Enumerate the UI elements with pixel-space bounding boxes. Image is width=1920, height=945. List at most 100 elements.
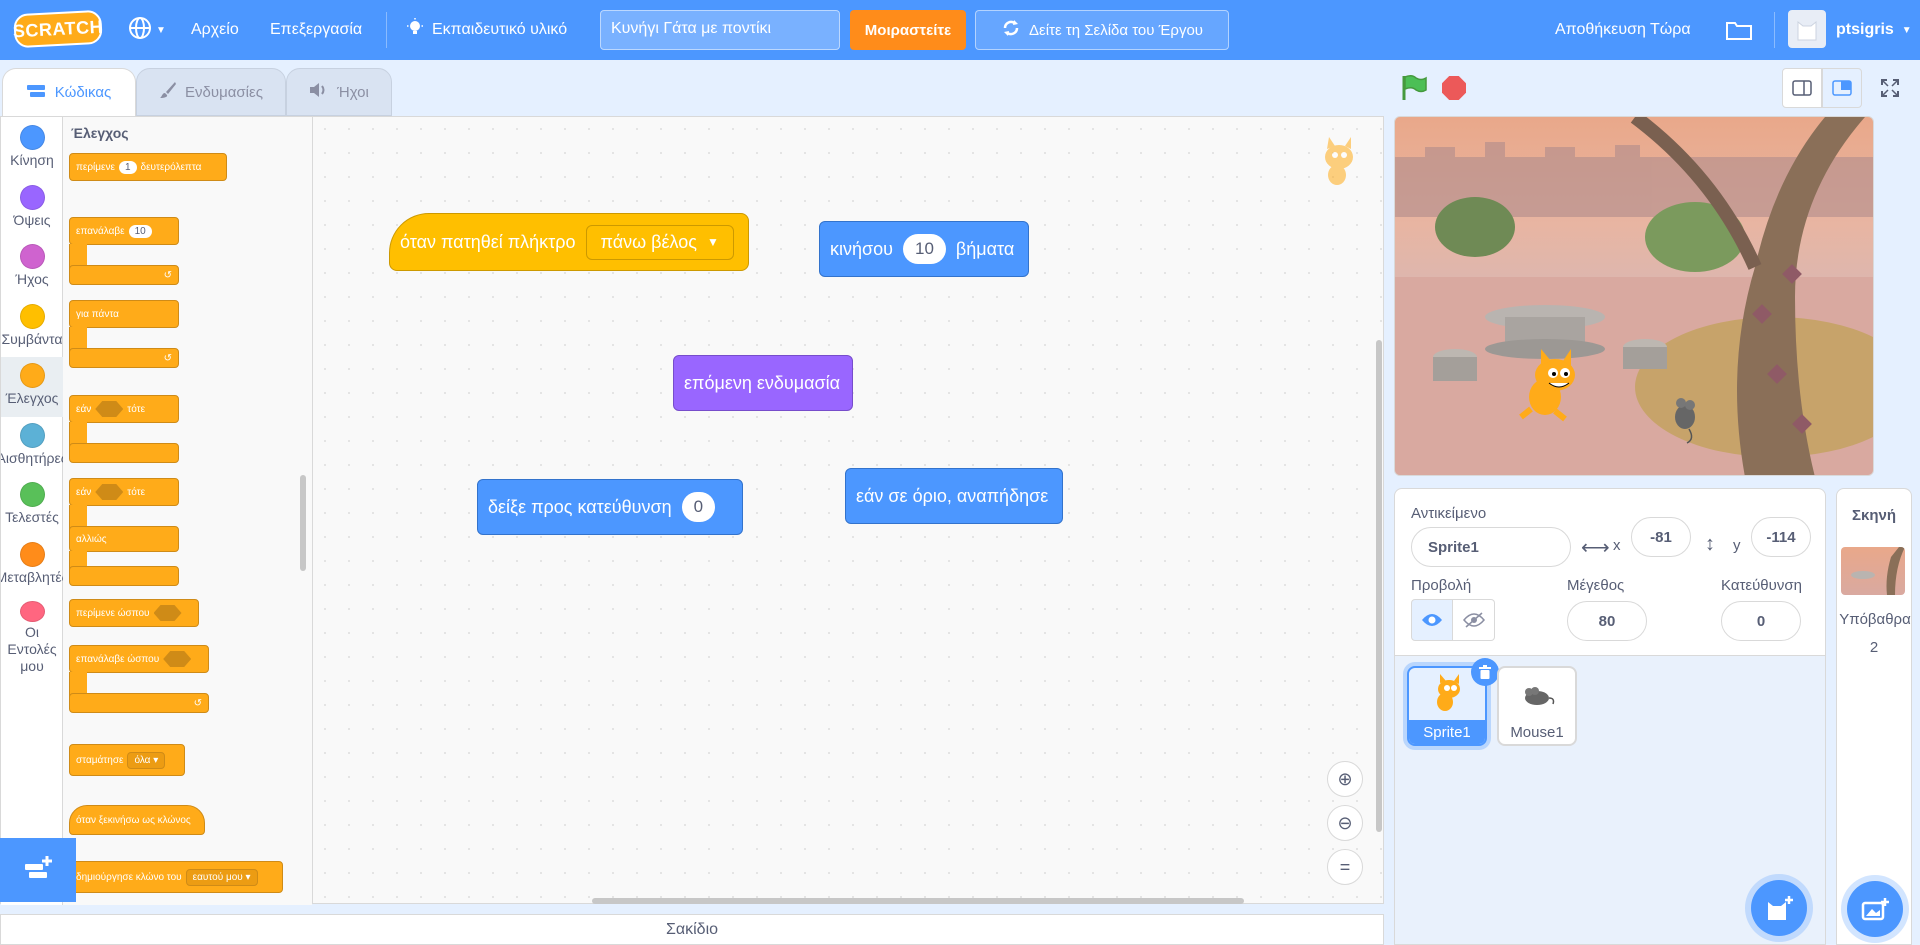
x-input[interactable]: -81 bbox=[1631, 517, 1691, 557]
category-label: Αισθητήρες bbox=[1, 450, 63, 466]
workspace-vertical-scrollbar[interactable] bbox=[1376, 340, 1382, 832]
category-sound[interactable]: Ήχος bbox=[1, 238, 63, 298]
account-menu[interactable]: ptsigris ▼ bbox=[1836, 0, 1912, 60]
block-if-footer bbox=[69, 443, 179, 463]
block-when-start-as-clone[interactable]: όταν ξεκινήσω ως κλώνος bbox=[69, 805, 205, 835]
file-menu[interactable]: Αρχείο bbox=[191, 0, 239, 60]
block-forever[interactable]: για πάντα bbox=[69, 300, 179, 328]
category-variables[interactable]: Μεταβλητές bbox=[1, 536, 63, 596]
block-move-steps[interactable]: κινήσου 10 βήματα bbox=[819, 221, 1029, 277]
block-repeat-until[interactable]: επανάλαβε ώσπου bbox=[69, 645, 209, 673]
share-button[interactable]: Μοιραστείτε bbox=[850, 10, 966, 50]
category-sensing[interactable]: Αισθητήρες bbox=[1, 417, 63, 477]
category-my-blocks[interactable]: Οι Εντολές μου bbox=[1, 595, 63, 675]
zoom-in-icon: ⊕ bbox=[1337, 768, 1353, 789]
zoom-in-button[interactable]: ⊕ bbox=[1327, 761, 1363, 797]
fullscreen-button[interactable] bbox=[1870, 68, 1910, 108]
normal-stage-button[interactable] bbox=[1822, 68, 1862, 108]
mouse-thumbnail bbox=[1525, 687, 1555, 705]
zoom-out-button[interactable]: ⊖ bbox=[1327, 805, 1363, 841]
zoom-reset-button[interactable]: = bbox=[1327, 849, 1363, 885]
show-hidden-button[interactable] bbox=[1453, 599, 1495, 641]
add-backdrop-icon bbox=[1861, 898, 1889, 921]
block-text: επανάλαβε ώσπου bbox=[76, 653, 160, 665]
save-now-button[interactable]: Αποθήκευση Τώρα bbox=[1555, 0, 1691, 60]
tab-sounds[interactable]: Ήχοι bbox=[286, 68, 392, 116]
show-visible-button[interactable] bbox=[1411, 599, 1453, 641]
green-flag-button[interactable] bbox=[1400, 74, 1428, 102]
block-if-then[interactable]: εάν τότε bbox=[69, 395, 179, 423]
block-boolean-slot[interactable] bbox=[95, 401, 124, 417]
block-input[interactable]: 0 bbox=[681, 492, 716, 522]
block-text: δευτερόλεπτα bbox=[140, 161, 202, 173]
block-repeat[interactable]: επανάλαβε 10 bbox=[69, 217, 179, 245]
block-dropdown[interactable]: εαυτού μου ▾ bbox=[185, 868, 258, 886]
size-input[interactable]: 80 bbox=[1567, 601, 1647, 641]
tab-code[interactable]: Κώδικας bbox=[2, 68, 136, 116]
block-next-costume[interactable]: επόμενη ενδυμασία bbox=[673, 355, 853, 411]
block-text: δημιούργησε κλώνο του bbox=[76, 871, 182, 883]
category-motion[interactable]: Κίνηση bbox=[1, 119, 63, 179]
category-dot bbox=[19, 363, 45, 388]
direction-input[interactable]: 0 bbox=[1721, 601, 1801, 641]
choose-sprite-button[interactable] bbox=[1751, 880, 1807, 936]
stop-button[interactable] bbox=[1442, 76, 1466, 100]
add-extension-button[interactable] bbox=[0, 838, 76, 902]
block-dropdown[interactable]: όλα ▾ bbox=[127, 751, 166, 769]
tutorials-label: Εκπαιδευτικό υλικό bbox=[432, 21, 568, 38]
small-stage-button[interactable] bbox=[1782, 68, 1822, 108]
code-workspace[interactable]: όταν πατηθεί πλήκτρο πάνω βέλος ▼ κινήσου… bbox=[312, 116, 1384, 904]
block-wait-seconds[interactable]: περίμενε 1 δευτερόλεπτα bbox=[69, 153, 227, 181]
sprite-tile-name: Sprite1 bbox=[1409, 720, 1485, 744]
category-operators[interactable]: Τελεστές bbox=[1, 476, 63, 536]
avatar[interactable] bbox=[1788, 10, 1826, 48]
block-input[interactable]: 10 bbox=[128, 224, 152, 238]
block-when-key-pressed[interactable]: όταν πατηθεί πλήκτρο πάνω βέλος ▼ bbox=[389, 213, 749, 271]
backpack[interactable]: Σακίδιο bbox=[0, 914, 1384, 945]
project-title-input[interactable]: Κυνήγι Γάτα με ποντίκι bbox=[600, 10, 840, 50]
stage-canvas[interactable] bbox=[1394, 116, 1874, 476]
see-project-page-button[interactable]: Δείτε τη Σελίδα του Έργου bbox=[975, 10, 1229, 50]
category-looks[interactable]: Όψεις bbox=[1, 179, 63, 239]
sprite-name-input[interactable]: Sprite1 bbox=[1411, 527, 1571, 567]
eye-icon bbox=[1422, 614, 1442, 626]
category-control[interactable]: Έλεγχος bbox=[1, 357, 63, 417]
block-boolean-slot[interactable] bbox=[95, 484, 124, 500]
block-text: κινήσου bbox=[830, 238, 893, 259]
sprite-tile-mouse1[interactable]: Mouse1 bbox=[1497, 666, 1577, 746]
equals-icon: = bbox=[1339, 856, 1351, 877]
tab-costumes[interactable]: Ενδυμασίες bbox=[136, 68, 286, 116]
delete-sprite-button[interactable] bbox=[1471, 658, 1499, 686]
category-dot bbox=[19, 125, 45, 150]
my-stuff-folder-icon[interactable] bbox=[1726, 0, 1752, 60]
tab-costumes-label: Ενδυμασίες bbox=[185, 83, 263, 101]
block-point-in-direction[interactable]: δείξε προς κατεύθυνση 0 bbox=[477, 479, 743, 535]
block-boolean-slot[interactable] bbox=[163, 651, 192, 667]
block-text: επόμενη ενδυμασία bbox=[684, 372, 841, 393]
flyout-scrollbar[interactable] bbox=[300, 475, 306, 571]
block-create-clone[interactable]: δημιούργησε κλώνο του εαυτού μου ▾ bbox=[69, 861, 283, 893]
block-boolean-slot[interactable] bbox=[153, 605, 182, 621]
block-stop[interactable]: σταμάτησε όλα ▾ bbox=[69, 744, 185, 776]
tutorials-button[interactable]: Εκπαιδευτικό υλικό bbox=[406, 0, 567, 60]
workspace-horizontal-scrollbar[interactable] bbox=[592, 898, 1244, 904]
stage-target-panel[interactable]: Σκηνή Υπόβαθρα 2 bbox=[1836, 488, 1912, 945]
block-input[interactable]: 10 bbox=[902, 234, 946, 264]
size-label: Μέγεθος bbox=[1567, 577, 1625, 594]
category-dot bbox=[19, 185, 45, 210]
choose-backdrop-button[interactable] bbox=[1847, 881, 1903, 937]
y-input[interactable]: -114 bbox=[1751, 517, 1811, 557]
block-if-else[interactable]: εάν τότε bbox=[69, 478, 179, 506]
block-text: για πάντα bbox=[76, 308, 119, 320]
scratch-logo[interactable]: SCRATCH bbox=[12, 9, 104, 49]
language-menu[interactable]: ▼ bbox=[128, 0, 166, 60]
category-events[interactable]: Συμβάντα bbox=[1, 298, 63, 358]
block-wait-until[interactable]: περίμενε ώσπου bbox=[69, 599, 199, 627]
block-bounce-on-edge[interactable]: εάν σε όριο, αναπήδησε bbox=[845, 468, 1063, 524]
flyout-heading: Έλεγχος bbox=[71, 125, 129, 141]
y-label: y bbox=[1733, 537, 1741, 554]
key-dropdown[interactable]: πάνω βέλος ▼ bbox=[585, 224, 734, 260]
edit-menu[interactable]: Επεξεργασία bbox=[270, 0, 362, 60]
block-input[interactable]: 1 bbox=[118, 160, 137, 174]
sprite-info-panel: Αντικείμενο Sprite1 ⟷ x -81 ↕ y -114 Προ… bbox=[1394, 488, 1826, 656]
